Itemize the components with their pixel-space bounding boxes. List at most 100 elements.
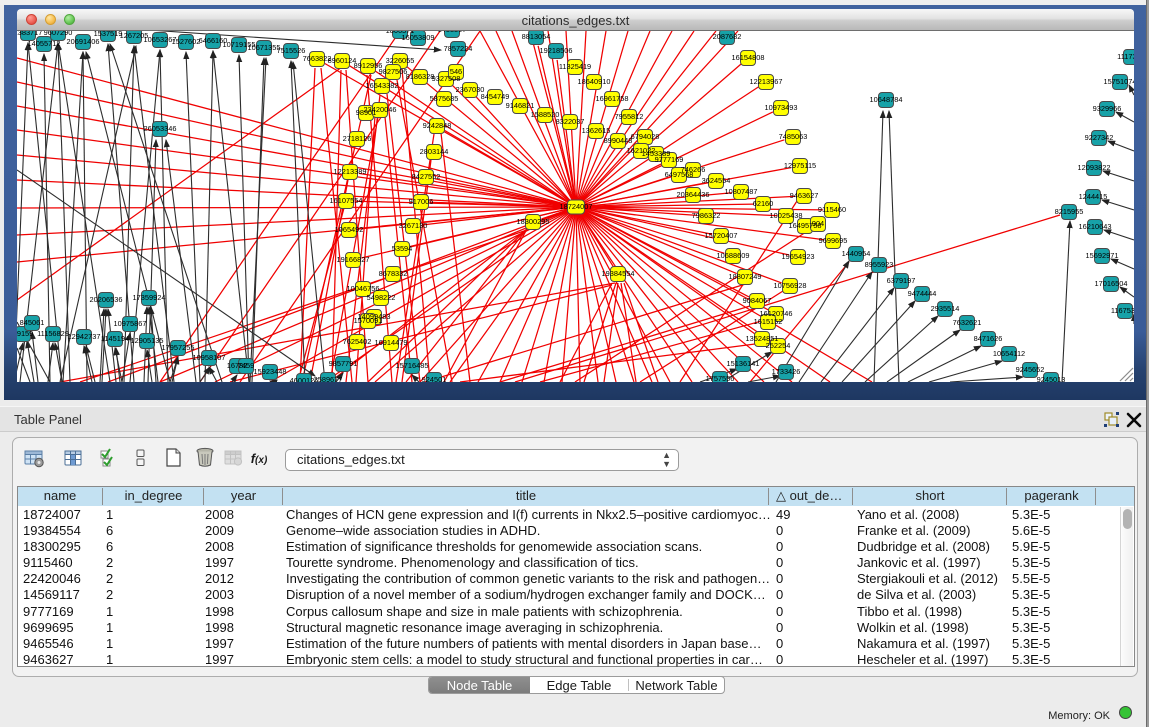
svg-text:9245652: 9245652 [1016, 365, 1045, 374]
svg-text:16543382: 16543382 [366, 81, 399, 90]
svg-text:20364436: 20364436 [677, 190, 710, 199]
svg-text:19384554: 19384554 [602, 269, 635, 278]
svg-text:12975115: 12975115 [784, 161, 816, 170]
svg-text:9699695: 9699695 [819, 236, 848, 245]
svg-text:16053809: 16053809 [402, 33, 435, 42]
svg-text:12213389: 12213389 [334, 167, 367, 176]
svg-text:f(x): f(x) [251, 451, 268, 466]
svg-text:18640910: 18640910 [578, 77, 611, 86]
svg-text:23420046: 23420046 [364, 105, 397, 114]
svg-text:1527602: 1527602 [172, 37, 201, 46]
svg-text:9245013: 9245013 [1037, 375, 1066, 382]
svg-text:1537519: 1537519 [94, 31, 123, 38]
svg-text:12093822: 12093822 [1078, 163, 1111, 172]
svg-text:8186328: 8186328 [406, 72, 435, 81]
svg-text:10046756: 10046756 [347, 284, 380, 293]
svg-text:20691406: 20691406 [67, 37, 100, 46]
svg-text:53594: 53594 [392, 244, 413, 253]
svg-text:7485063: 7485063 [779, 132, 808, 141]
svg-text:7459: 7459 [238, 361, 254, 370]
svg-text:1733426: 1733426 [772, 367, 801, 376]
svg-text:917006: 917006 [409, 197, 434, 206]
svg-text:19218506: 19218506 [540, 46, 573, 55]
svg-text:15716485: 15716485 [396, 361, 429, 370]
svg-text:9463627: 9463627 [790, 191, 819, 200]
svg-text:1383717: 1383717 [17, 31, 42, 37]
svg-text:8454749: 8454749 [481, 92, 510, 101]
svg-text:18300295: 18300295 [517, 217, 550, 226]
svg-text:11325419: 11325419 [559, 62, 591, 71]
svg-text:10654112: 10654112 [993, 349, 1025, 358]
svg-text:7986322: 7986322 [692, 211, 721, 220]
svg-text:16961758: 16961758 [596, 94, 629, 103]
svg-text:3624554: 3624554 [702, 176, 731, 185]
svg-text:252254: 252254 [766, 341, 791, 350]
svg-text:1453307: 1453307 [438, 31, 467, 34]
svg-text:15751074: 15751074 [1104, 77, 1134, 86]
svg-text:17957255: 17957255 [162, 343, 195, 352]
svg-text:15720407: 15720407 [705, 231, 738, 240]
svg-text:2935514: 2935514 [931, 304, 960, 313]
svg-text:1145194: 1145194 [101, 334, 129, 343]
svg-text:1615152: 1615152 [754, 317, 783, 326]
svg-text:8678332: 8678332 [379, 269, 408, 278]
svg-text:16107554: 16107554 [330, 196, 363, 205]
svg-text:7632621: 7632621 [953, 318, 982, 327]
svg-text:5498222: 5498222 [367, 293, 396, 302]
svg-text:2087682: 2087682 [713, 32, 742, 41]
svg-text:19654923: 19654923 [782, 252, 815, 261]
svg-text:18724007: 18724007 [560, 202, 593, 211]
svg-text:8960124: 8960124 [328, 56, 357, 65]
svg-text:10648784: 10648784 [870, 95, 903, 104]
svg-text:8471626: 8471626 [974, 334, 1003, 343]
svg-text:62160: 62160 [753, 199, 774, 208]
svg-text:546: 546 [450, 67, 462, 76]
svg-text:6497568: 6497568 [665, 170, 694, 179]
svg-text:1570091: 1570091 [354, 316, 383, 325]
svg-text:15692971: 15692971 [1086, 251, 1119, 260]
svg-text:1757556: 1757556 [706, 374, 735, 382]
svg-text:12213967: 12213967 [750, 77, 783, 86]
svg-text:1065492: 1065492 [335, 225, 364, 234]
svg-text:5875685: 5875685 [430, 94, 459, 103]
svg-text:20206536: 20206536 [90, 295, 123, 304]
svg-text:19166827: 19166827 [337, 255, 370, 264]
svg-text:9474444: 9474444 [908, 289, 937, 298]
svg-text:6794028: 6794028 [631, 132, 660, 141]
svg-text:10975867: 10975867 [114, 319, 147, 328]
svg-text:7955812: 7955812 [615, 112, 644, 121]
svg-text:7515526: 7515526 [277, 46, 306, 55]
svg-text:10688609: 10688609 [717, 251, 750, 260]
svg-text:3267130: 3267130 [399, 221, 428, 230]
svg-text:10958107: 10958107 [193, 353, 226, 362]
svg-text:2589677: 2589677 [314, 375, 343, 382]
svg-text:9084067: 9084067 [743, 296, 772, 305]
svg-text:1362615: 1362615 [582, 126, 611, 135]
svg-text:1440954: 1440954 [842, 249, 871, 258]
svg-text:14055712: 14055712 [28, 39, 61, 48]
svg-text:1244415: 1244415 [1079, 192, 1108, 201]
svg-text:904: 904 [812, 219, 824, 228]
svg-text:7857224: 7857224 [444, 44, 473, 53]
svg-text:9857791: 9857791 [329, 359, 358, 368]
svg-text:18807249: 18807249 [729, 272, 762, 281]
svg-text:26053346: 26053346 [144, 124, 177, 133]
svg-text:15136141: 15136141 [727, 359, 760, 368]
svg-text:15923448: 15923448 [254, 367, 287, 376]
svg-text:10671355: 10671355 [248, 43, 281, 52]
svg-text:3226055: 3226055 [386, 56, 415, 65]
svg-text:16154808: 16154808 [732, 53, 765, 62]
svg-text:16914479: 16914479 [375, 338, 408, 347]
svg-text:6379197: 6379197 [887, 276, 916, 285]
svg-text:17359924: 17359924 [133, 293, 166, 302]
svg-text:9329966: 9329966 [1093, 104, 1122, 113]
svg-text:8813054: 8813054 [522, 32, 551, 41]
svg-text:12905135: 12905135 [131, 336, 164, 345]
svg-text:12942737: 12942737 [68, 332, 101, 341]
svg-text:1117312: 1117312 [1117, 52, 1134, 61]
svg-text:11156829: 11156829 [37, 329, 69, 338]
svg-text:2803144: 2803144 [420, 147, 449, 156]
svg-text:9146821: 9146821 [506, 101, 535, 110]
svg-text:39159: 39159 [17, 329, 33, 338]
svg-text:8322037: 8322037 [556, 117, 585, 126]
